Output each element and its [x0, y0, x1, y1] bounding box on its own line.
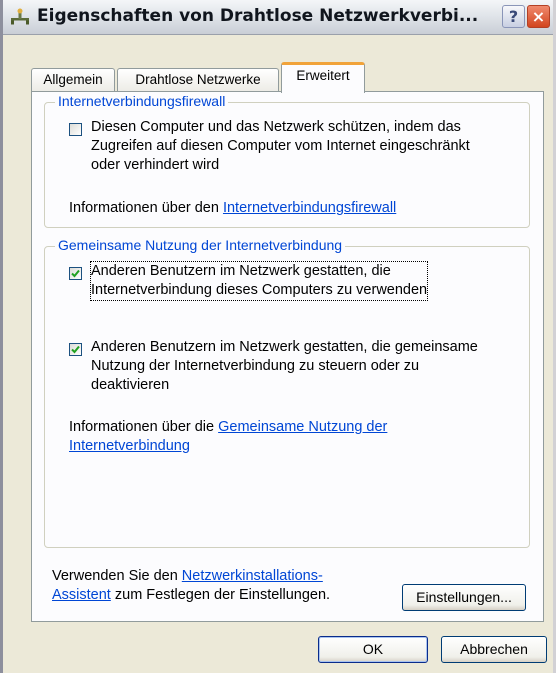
- settings-button[interactable]: Einstellungen...: [402, 584, 526, 611]
- title-bar[interactable]: Eigenschaften von Drahtlose Netzwerkverb…: [3, 0, 553, 35]
- help-button[interactable]: ?: [502, 5, 525, 28]
- firewall-info-link[interactable]: Internetverbindungsfirewall: [223, 200, 396, 216]
- ics-allow-checkbox[interactable]: [69, 267, 82, 280]
- wizard-info-prefix: Verwenden Sie den: [52, 568, 178, 584]
- tab-allgemein[interactable]: Allgemein: [31, 68, 115, 92]
- ics-info: Informationen über die Gemeinsame Nutzun…: [69, 418, 387, 456]
- wizard-link-cont[interactable]: Assistent: [52, 587, 111, 603]
- firewall-group: Internetverbindungsfirewall Diesen Compu…: [44, 93, 530, 228]
- firewall-info-text: Informationen über den: [69, 200, 219, 216]
- ics-info-text: Informationen über die: [69, 419, 215, 435]
- ics-allow-label[interactable]: Anderen Benutzern im Netzwerk gestatten,…: [89, 261, 429, 301]
- close-button[interactable]: ×: [527, 5, 550, 28]
- properties-dialog: Eigenschaften von Drahtlose Netzwerkverb…: [0, 0, 556, 673]
- network-connection-icon: [11, 8, 29, 25]
- firewall-group-title: Internetverbindungsfirewall: [55, 93, 229, 109]
- firewall-checkbox-label[interactable]: Diesen Computer und das Netzwerk schütze…: [91, 118, 521, 175]
- tab-erweitert[interactable]: Erweitert: [281, 62, 365, 93]
- firewall-checkbox[interactable]: [69, 123, 82, 136]
- cancel-button[interactable]: Abbrechen: [441, 636, 547, 663]
- wizard-info: Verwenden Sie den Netzwerkinstallations-…: [52, 567, 330, 605]
- ics-info-link-cont[interactable]: Internetverbindung: [69, 438, 190, 454]
- tab-drahtlose-netzwerke[interactable]: Drahtlose Netzwerke: [117, 68, 279, 92]
- ics-info-link[interactable]: Gemeinsame Nutzung der: [218, 419, 387, 435]
- ics-group-title: Gemeinsame Nutzung der Internetverbindun…: [55, 237, 346, 253]
- ics-control-label[interactable]: Anderen Benutzern im Netzwerk gestatten,…: [91, 338, 521, 395]
- window-title: Eigenschaften von Drahtlose Netzwerkverb…: [37, 6, 479, 26]
- checkmark-icon: [71, 345, 80, 354]
- ok-button[interactable]: OK: [318, 636, 428, 663]
- tab-panel-erweitert: Internetverbindungsfirewall Diesen Compu…: [31, 91, 544, 622]
- ics-group: Gemeinsame Nutzung der Internetverbindun…: [44, 237, 530, 548]
- wizard-link[interactable]: Netzwerkinstallations-: [182, 568, 323, 584]
- ics-control-checkbox[interactable]: [69, 343, 82, 356]
- wizard-info-suffix: zum Festlegen der Einstellungen.: [114, 587, 331, 603]
- firewall-info: Informationen über den Internetverbindun…: [69, 199, 396, 218]
- checkmark-icon: [71, 269, 80, 278]
